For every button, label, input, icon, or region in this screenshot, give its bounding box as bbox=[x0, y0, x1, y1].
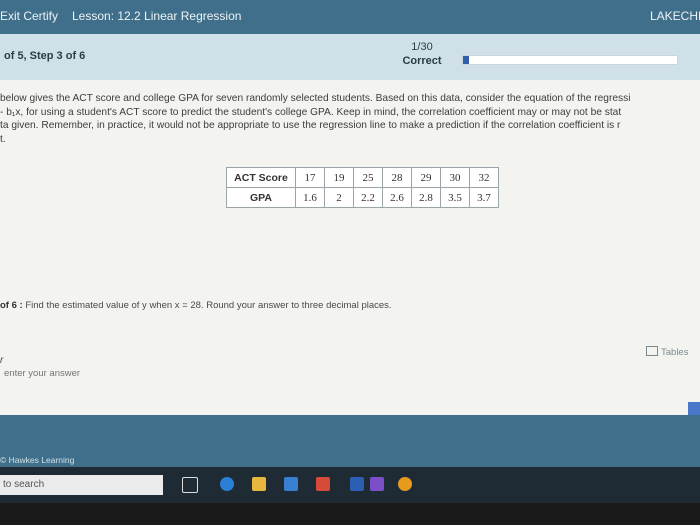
table-cell: 2.8 bbox=[411, 187, 441, 208]
task-view-icon[interactable] bbox=[182, 477, 198, 493]
taskbar-search[interactable]: to search bbox=[0, 475, 163, 495]
problem-line: ta given. Remember, in practice, it woul… bbox=[0, 120, 621, 131]
table-row: ACT Score 17 19 25 28 29 30 32 bbox=[226, 167, 499, 188]
teams-icon[interactable] bbox=[370, 477, 384, 491]
table-cell: 17 bbox=[295, 167, 325, 188]
table-cell: 29 bbox=[411, 167, 441, 188]
word-icon[interactable] bbox=[350, 477, 364, 491]
table-row: GPA 1.6 2 2.2 2.6 2.8 3.5 3.7 bbox=[226, 187, 499, 208]
table-cell: 19 bbox=[324, 167, 354, 188]
chrome-icon[interactable] bbox=[398, 477, 412, 491]
question-body: Find the estimated value of y when x = 2… bbox=[25, 300, 392, 311]
exit-certify-link[interactable]: Exit Certify bbox=[0, 9, 58, 23]
table-icon bbox=[646, 346, 658, 356]
user-name[interactable]: LAKECHI/ bbox=[650, 9, 700, 23]
taskbar: to search bbox=[0, 467, 700, 503]
monitor-bezel bbox=[0, 503, 700, 525]
row-header: ACT Score bbox=[226, 167, 296, 188]
table-cell: 1.6 bbox=[295, 187, 325, 208]
screen: Exit Certify Lesson: 12.2 Linear Regress… bbox=[0, 0, 700, 525]
problem-description: below gives the ACT score and college GP… bbox=[0, 92, 700, 146]
row-header: GPA bbox=[226, 187, 296, 208]
table-cell: 32 bbox=[469, 167, 499, 188]
score-display: 1/30 Correct bbox=[396, 40, 448, 68]
table-cell: 25 bbox=[353, 167, 383, 188]
tables-button-label: Tables bbox=[661, 347, 689, 358]
step-label: of 5, Step 3 of 6 bbox=[4, 50, 86, 62]
table-cell: 3.5 bbox=[440, 187, 470, 208]
table-cell: 30 bbox=[440, 167, 470, 188]
problem-line: - b₁x, for using a student's ACT score t… bbox=[0, 106, 622, 118]
problem-line: below gives the ACT score and college GP… bbox=[0, 93, 631, 104]
store-icon[interactable] bbox=[284, 477, 298, 491]
table-cell: 3.7 bbox=[469, 187, 499, 208]
data-table: ACT Score 17 19 25 28 29 30 32 GPA 1.6 2… bbox=[226, 167, 499, 208]
question-text: of 6 : Find the estimated value of y whe… bbox=[0, 300, 392, 311]
table-cell: 28 bbox=[382, 167, 412, 188]
step-bar: of 5, Step 3 of 6 1/30 Correct bbox=[0, 34, 700, 81]
tables-button[interactable]: Tables bbox=[646, 346, 688, 358]
file-explorer-icon[interactable] bbox=[252, 477, 266, 491]
table-cell: 2.6 bbox=[382, 187, 412, 208]
mail-icon[interactable] bbox=[316, 477, 330, 491]
progress-fill bbox=[463, 56, 470, 64]
score-status: Correct bbox=[402, 55, 442, 67]
top-bar: Exit Certify Lesson: 12.2 Linear Regress… bbox=[0, 0, 700, 34]
table-cell: 2 bbox=[324, 187, 354, 208]
answer-label: r bbox=[0, 355, 4, 366]
answer-input[interactable] bbox=[0, 366, 124, 380]
question-prefix: of 6 : bbox=[0, 300, 23, 311]
footer-brand: © Hawkes Learning bbox=[0, 455, 75, 465]
footer: © Hawkes Learning bbox=[0, 415, 700, 467]
edge-icon[interactable] bbox=[220, 477, 234, 491]
problem-area: below gives the ACT score and college GP… bbox=[0, 80, 700, 428]
progress-bar bbox=[462, 55, 678, 65]
problem-line: t. bbox=[0, 133, 6, 145]
lesson-title: Lesson: 12.2 Linear Regression bbox=[72, 9, 242, 23]
table-cell: 2.2 bbox=[353, 187, 383, 208]
score-value: 1/30 bbox=[411, 41, 433, 53]
